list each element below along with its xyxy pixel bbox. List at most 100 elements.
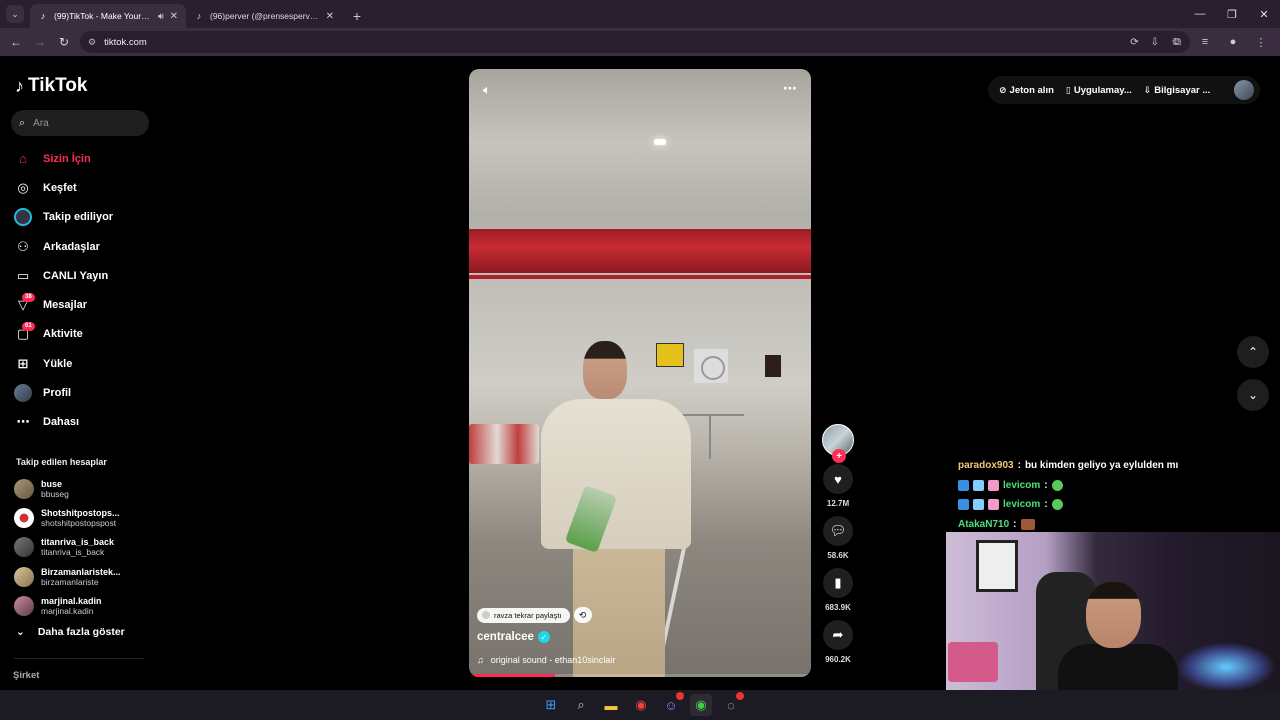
list-item[interactable]: buse bbuseg bbox=[14, 474, 154, 503]
bookmark-icon[interactable]: ▮ bbox=[823, 568, 853, 598]
nav-messages[interactable]: ▽ 38 Mesajlar bbox=[14, 290, 154, 319]
install-app-icon[interactable]: ⇩ bbox=[1151, 37, 1159, 48]
get-coins-button[interactable]: ⊘ Jeton alın bbox=[999, 85, 1054, 96]
video-player[interactable]: 🔈︎ ⋯ ravza tekrar paylaştı ⟲ centralcee … bbox=[469, 69, 811, 677]
nav-for-you[interactable]: ⌂ Sizin İçin bbox=[14, 144, 154, 173]
repost-icon[interactable]: ⟲ bbox=[573, 607, 592, 623]
ac-unit bbox=[694, 349, 728, 383]
search-icon[interactable]: ⌕ bbox=[570, 694, 592, 716]
close-tab-icon[interactable]: ✕ bbox=[326, 11, 334, 22]
wall-frame bbox=[976, 540, 1018, 592]
profile-icon[interactable]: ● bbox=[1222, 30, 1244, 54]
user-avatar[interactable] bbox=[1234, 80, 1254, 100]
following-accounts-list: buse bbuseg Shotshitpostops... shotshitpos… bbox=[14, 474, 154, 620]
back-icon[interactable]: ← bbox=[4, 30, 28, 54]
minimize-icon[interactable]: — bbox=[1184, 0, 1216, 28]
video-progress-bar[interactable] bbox=[469, 674, 811, 677]
nav-label: Keşfet bbox=[43, 181, 77, 194]
like-action[interactable]: ♥ 12.7M bbox=[820, 464, 856, 508]
top-right-actions: ⊘ Jeton alın ▯ Uygulamay... ⇩ Bilgisayar ..… bbox=[988, 76, 1260, 104]
save-action[interactable]: ▮ 683.9K bbox=[820, 568, 856, 612]
red-pipe-edge bbox=[469, 275, 811, 279]
get-app-button[interactable]: ▯ Uygulamay... bbox=[1066, 85, 1132, 96]
address-bar[interactable]: ⚙ tiktok.com ⟳ ⇩ ☆ bbox=[80, 31, 1190, 53]
heart-icon[interactable]: ♥ bbox=[823, 464, 853, 494]
chat-username: levicom bbox=[1003, 479, 1041, 491]
messages-icon: ▽ 38 bbox=[14, 293, 35, 314]
nav-live[interactable]: ▭ CANLI Yayın bbox=[14, 261, 154, 290]
search-input[interactable] bbox=[33, 117, 134, 129]
comment-icon[interactable]: 💬︎ bbox=[823, 516, 853, 546]
video-author[interactable]: centralcee ✓ bbox=[477, 631, 550, 643]
nav-explore[interactable]: ◎ Keşfet bbox=[14, 173, 154, 202]
ceiling-light bbox=[654, 139, 666, 145]
forward-icon[interactable]: → bbox=[28, 30, 52, 54]
desktop-app-label: Bilgisayar ... bbox=[1154, 84, 1211, 96]
sound-link[interactable]: ♫ original sound - ethan10sinclair bbox=[477, 655, 615, 665]
nav-more[interactable]: ⋯ Dahası bbox=[14, 408, 154, 437]
caution-sign bbox=[656, 343, 684, 367]
tab-perver[interactable]: ♪ (96)perver (@prensesperver) | T ✕ bbox=[186, 4, 342, 28]
app-icon[interactable]: ◌ bbox=[720, 692, 744, 716]
account-user: titanriva_is_back bbox=[41, 547, 105, 558]
list-item[interactable]: titanriva_is_back titanriva_is_back bbox=[14, 533, 154, 562]
chat-separator: : bbox=[1044, 479, 1048, 491]
search-icon: ⌕ bbox=[19, 116, 26, 129]
tab-tiktok[interactable]: ♪ (99)TikTok - Make Your Day 🔊︎ ✕ bbox=[30, 4, 186, 28]
chrome-active-icon[interactable]: ◉ bbox=[690, 694, 712, 716]
nav-label: CANLI Yayın bbox=[43, 269, 109, 282]
creator-avatar[interactable]: + bbox=[822, 424, 854, 463]
tab-search-button[interactable]: ⌄ bbox=[6, 5, 24, 23]
chrome-icon[interactable]: ◉ bbox=[630, 694, 652, 716]
nav-upload[interactable]: ⊞ Yükle bbox=[14, 349, 154, 378]
emote-icon bbox=[1051, 479, 1063, 491]
windows-start-icon[interactable]: ⊞ bbox=[540, 694, 562, 716]
tiktok-note-icon: ♪ bbox=[15, 75, 24, 96]
extensions-icon[interactable]: ⧉ bbox=[1166, 30, 1188, 54]
comment-action[interactable]: 💬︎ 58.6K bbox=[820, 516, 856, 560]
nav-label: Dahası bbox=[43, 416, 80, 429]
restore-icon[interactable]: ❐ bbox=[1216, 0, 1248, 28]
nav-following[interactable]: Takip ediliyor bbox=[14, 203, 154, 232]
new-tab-button[interactable]: + bbox=[346, 5, 368, 27]
road-barrier bbox=[469, 424, 539, 464]
list-item[interactable]: marjinal.kadin marjinal.kadin bbox=[14, 591, 154, 620]
next-video-button[interactable]: ⌄ bbox=[1237, 379, 1269, 411]
list-item[interactable]: Shotshitpostops... shotshitpostopspost bbox=[14, 503, 154, 532]
comment-count: 58.6K bbox=[827, 551, 849, 560]
share-icon[interactable]: ➦ bbox=[823, 620, 853, 650]
media-controls-icon[interactable]: ≡ bbox=[1194, 30, 1216, 54]
upload-icon: ⊞ bbox=[17, 355, 29, 371]
list-item[interactable]: Birzamanlaristek... birzamanlariste bbox=[14, 562, 154, 591]
more-options-icon[interactable]: ⋯ bbox=[783, 80, 797, 97]
browser-tab-bar: ⌄ ♪ (99)TikTok - Make Your Day 🔊︎ ✕ ♪ (9… bbox=[0, 0, 1280, 28]
volume-icon[interactable]: 🔈︎ bbox=[483, 82, 491, 98]
emote-icon bbox=[1020, 518, 1035, 530]
search-box[interactable]: ⌕ bbox=[11, 110, 149, 136]
file-explorer-icon[interactable]: ▬ bbox=[600, 694, 622, 716]
account-name: marjinal.kadin bbox=[41, 595, 102, 606]
site-info-icon[interactable]: ⚙ bbox=[88, 37, 96, 48]
discord-icon[interactable]: ☺ bbox=[660, 692, 684, 716]
company-link[interactable]: Şirket bbox=[13, 670, 39, 681]
nav-label: Sizin İçin bbox=[43, 152, 91, 165]
close-window-icon[interactable]: ✕ bbox=[1248, 0, 1280, 28]
nav-profile[interactable]: Profil bbox=[14, 378, 154, 407]
browser-toolbar: ← → ↻ ⚙ tiktok.com ⟳ ⇩ ☆ ⧉ ≡ ● ⋮ bbox=[0, 28, 1280, 56]
show-more-button[interactable]: ⌄ Daha fazla göster bbox=[16, 626, 125, 638]
browser-menu-icon[interactable]: ⋮ bbox=[1250, 30, 1272, 54]
chat-username: paradox903 bbox=[958, 460, 1014, 472]
reload-icon[interactable]: ↻ bbox=[52, 30, 76, 54]
desktop-app-button[interactable]: ⇩ Bilgisayar ... bbox=[1144, 85, 1211, 96]
previous-video-button[interactable]: ⌃ bbox=[1237, 336, 1269, 368]
follow-plus-icon[interactable]: + bbox=[832, 449, 846, 463]
nav-activity[interactable]: ▢ 61 Aktivite bbox=[14, 320, 154, 349]
nav-friends[interactable]: ⚇ Arkadaşlar bbox=[14, 232, 154, 261]
share-action[interactable]: ➦ 960.2K bbox=[820, 620, 856, 664]
close-tab-icon[interactable]: ✕ bbox=[170, 11, 178, 22]
tiktok-logo[interactable]: ♪ TikTok bbox=[15, 75, 87, 97]
url-text: tiktok.com bbox=[104, 36, 147, 48]
translate-icon[interactable]: ⟳ bbox=[1130, 37, 1138, 48]
speaker-icon[interactable]: 🔊︎ bbox=[158, 11, 164, 22]
repost-pill[interactable]: ravza tekrar paylaştı bbox=[477, 607, 570, 623]
